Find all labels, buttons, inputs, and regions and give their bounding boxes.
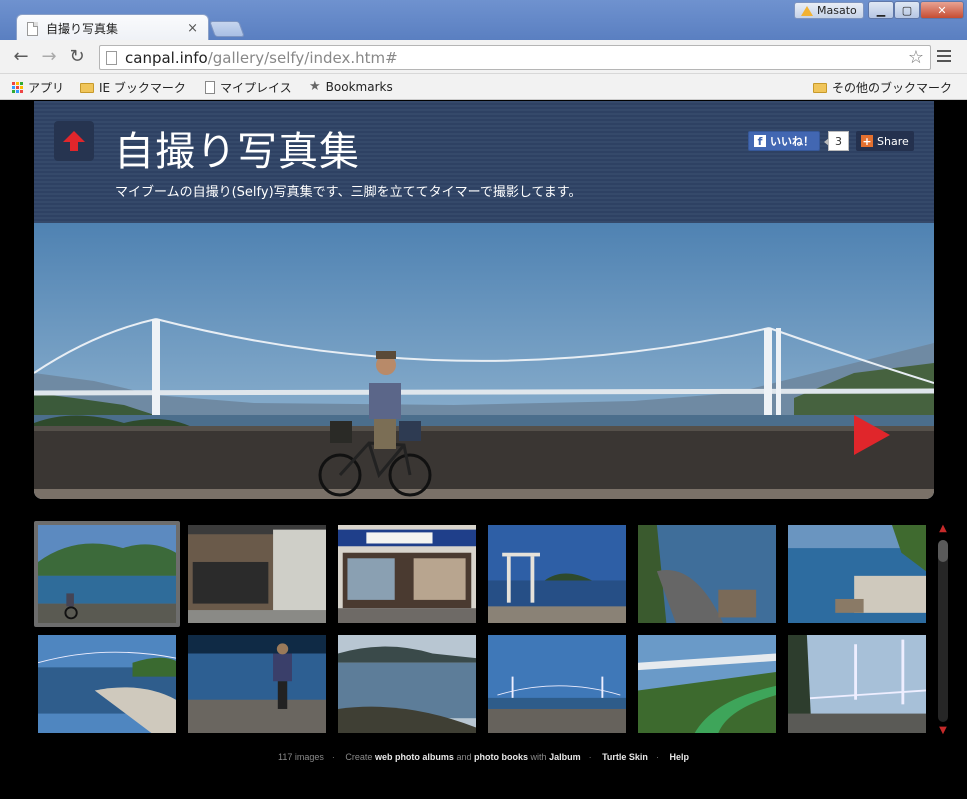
share-button[interactable]: + Share bbox=[856, 131, 914, 151]
new-tab-button[interactable] bbox=[209, 21, 245, 37]
thumbnail-shops[interactable] bbox=[184, 521, 330, 627]
footer-and: and bbox=[456, 752, 472, 762]
bookmark-my-places[interactable]: マイプレイス bbox=[205, 79, 292, 96]
page-title: 自撮り写真集 bbox=[114, 129, 360, 175]
page-icon bbox=[106, 50, 117, 65]
thumbnail-bridge-road[interactable] bbox=[784, 631, 930, 737]
footer-create: Create bbox=[345, 752, 373, 762]
scroll-thumb[interactable] bbox=[938, 540, 948, 562]
thumbnail-image bbox=[38, 525, 176, 623]
apps-grid-icon bbox=[12, 82, 23, 93]
gallery-page: 自撮り写真集 マイブームの自撮り(Selfy)写真集です、三脚を立ててタイマーで… bbox=[4, 101, 963, 799]
address-bar[interactable]: canpal.info/gallery/selfy/index.htm# ☆ bbox=[99, 45, 931, 70]
thumbnail-image bbox=[638, 635, 776, 733]
warning-icon bbox=[801, 5, 813, 16]
back-arrow-icon[interactable]: ← bbox=[9, 46, 33, 67]
bookmark-bookmarks[interactable]: ★ Bookmarks bbox=[309, 79, 393, 94]
thumbnail-torii[interactable] bbox=[484, 521, 630, 627]
reload-icon[interactable]: ↻ bbox=[65, 46, 89, 67]
cyclist-bridge-photo bbox=[34, 223, 934, 499]
thumbnail-image bbox=[488, 635, 626, 733]
help-link[interactable]: Help bbox=[669, 752, 689, 762]
page-subtitle: マイブームの自撮り(Selfy)写真集です、三脚を立ててタイマーで撮影してます。 bbox=[115, 185, 582, 200]
thumbnail-image bbox=[188, 635, 326, 733]
hero-photo[interactable] bbox=[34, 223, 934, 499]
thumbnail-breakwater[interactable] bbox=[784, 521, 930, 627]
menu-icon[interactable] bbox=[937, 50, 951, 65]
bookmark-label: Bookmarks bbox=[325, 79, 393, 94]
thumbnail-shopfront[interactable] bbox=[334, 521, 480, 627]
footer-with: with bbox=[530, 752, 547, 762]
bookmark-star-icon[interactable]: ☆ bbox=[908, 47, 924, 68]
folder-icon bbox=[813, 82, 827, 93]
thumbnail-image bbox=[488, 525, 626, 623]
chevron-down-icon[interactable]: ▼ bbox=[937, 726, 949, 736]
slideshow-play-icon[interactable] bbox=[852, 413, 892, 457]
minimize-button[interactable]: ▁ bbox=[868, 1, 894, 19]
profile-button[interactable]: Masato bbox=[794, 2, 864, 19]
thumbnail-image bbox=[38, 635, 176, 733]
thumbnail-image bbox=[338, 635, 476, 733]
bookmark-label: IE ブックマーク bbox=[99, 81, 186, 95]
star-icon: ★ bbox=[309, 79, 321, 94]
image-count: 117 images bbox=[278, 752, 324, 762]
web-albums-link[interactable]: web photo albums bbox=[375, 752, 454, 762]
up-arrow-icon bbox=[63, 131, 85, 151]
thumbnail-calm-sea[interactable] bbox=[334, 631, 480, 737]
thumbnail-bridge-far[interactable] bbox=[484, 631, 630, 737]
thumbnail-rider-back[interactable] bbox=[184, 631, 330, 737]
thumbnail-coast-bike[interactable] bbox=[34, 521, 180, 627]
thumbnail-image bbox=[188, 525, 326, 623]
close-window-button[interactable]: ✕ bbox=[920, 1, 964, 19]
bookmark-other-folder[interactable]: その他のブックマーク bbox=[813, 79, 952, 96]
photo-books-link[interactable]: photo books bbox=[474, 752, 528, 762]
like-count: 3 bbox=[824, 131, 849, 151]
thumbnail-image bbox=[788, 525, 926, 623]
plus-icon: + bbox=[861, 134, 873, 148]
tab-gallery[interactable]: 自撮り写真集 × bbox=[16, 14, 209, 42]
thumbnail-bay-bridge[interactable] bbox=[34, 631, 180, 737]
thumbnail-cliff-road[interactable] bbox=[634, 521, 780, 627]
tab-close-icon[interactable]: × bbox=[187, 21, 198, 36]
thumbnail-scrollbar[interactable]: ▲ ▼ bbox=[936, 522, 950, 736]
bookmark-apps[interactable]: アプリ bbox=[12, 79, 64, 96]
window-titlebar: 自撮り写真集 × Masato ▁ ▢ ✕ bbox=[0, 0, 967, 42]
facebook-icon: f bbox=[754, 135, 766, 147]
tab-title: 自撮り写真集 bbox=[46, 22, 119, 36]
folder-icon bbox=[80, 82, 94, 93]
profile-name: Masato bbox=[817, 4, 857, 17]
forward-arrow-icon[interactable]: → bbox=[37, 46, 61, 67]
turtle-skin-link[interactable]: Turtle Skin bbox=[602, 752, 648, 762]
scroll-track[interactable] bbox=[938, 540, 948, 722]
gallery-header: 自撮り写真集 マイブームの自撮り(Selfy)写真集です、三脚を立ててタイマーで… bbox=[34, 101, 934, 223]
jalbum-link[interactable]: Jalbum bbox=[549, 752, 581, 762]
page-icon bbox=[205, 81, 215, 94]
maximize-button[interactable]: ▢ bbox=[894, 1, 920, 19]
facebook-like-button[interactable]: f いいね！ bbox=[748, 131, 820, 151]
thumbnail-cycle-lane[interactable] bbox=[634, 631, 780, 737]
page-icon bbox=[27, 21, 38, 36]
up-level-button[interactable] bbox=[54, 121, 94, 161]
chevron-up-icon[interactable]: ▲ bbox=[937, 524, 949, 534]
bookmark-label: アプリ bbox=[28, 81, 65, 95]
bookmarks-bar: アプリ IE ブックマーク マイプレイス ★ Bookmarks その他のブック… bbox=[0, 74, 967, 100]
thumbnail-image bbox=[788, 635, 926, 733]
bookmark-label: その他のブックマーク bbox=[832, 81, 953, 95]
share-label: Share bbox=[877, 134, 909, 148]
bookmark-ie-folder[interactable]: IE ブックマーク bbox=[80, 79, 186, 96]
thumbnail-image bbox=[338, 525, 476, 623]
like-label: いいね！ bbox=[770, 135, 814, 148]
thumbnail-image bbox=[638, 525, 776, 623]
page-footer: 117 images · Create web photo albums and … bbox=[278, 752, 689, 762]
browser-toolbar: ← → ↻ canpal.info/gallery/selfy/index.ht… bbox=[0, 40, 967, 74]
url-host: canpal.info bbox=[125, 48, 208, 67]
social-buttons: f いいね！ 3 + Share bbox=[748, 130, 914, 152]
bookmark-label: マイプレイス bbox=[220, 81, 292, 95]
url-path: /gallery/selfy/index.htm# bbox=[207, 48, 398, 67]
thumbnail-grid bbox=[34, 521, 934, 741]
